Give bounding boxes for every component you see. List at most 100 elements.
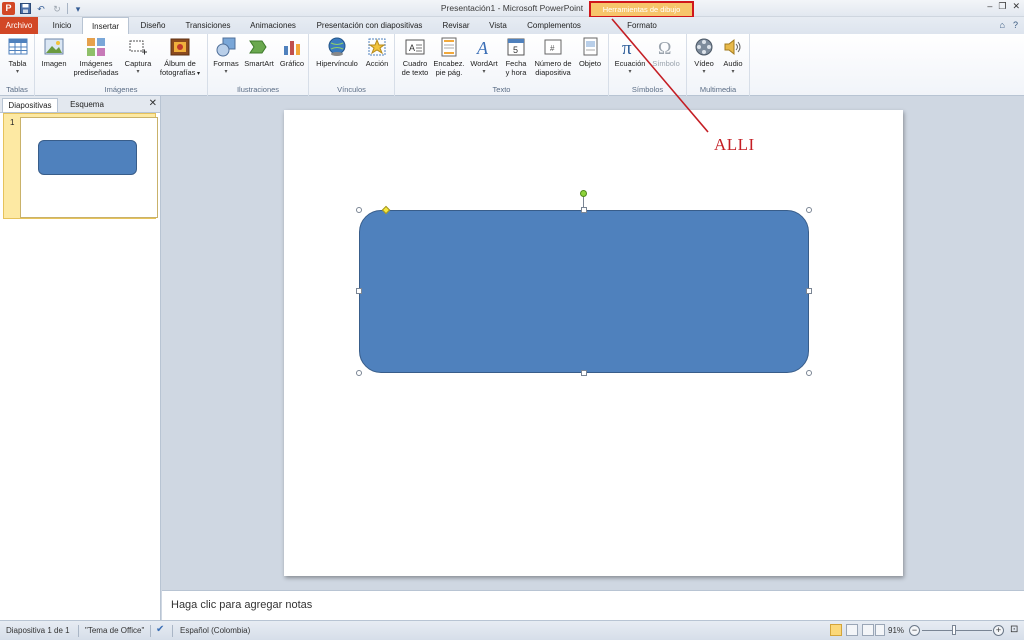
smartart-button[interactable]: SmartArt <box>240 37 278 68</box>
zoom-level[interactable]: 91% <box>888 626 904 635</box>
tab-diapositivas[interactable]: Diapositivas <box>2 98 58 112</box>
slideshow-view-icon[interactable] <box>875 624 885 636</box>
slide-canvas[interactable] <box>284 110 903 576</box>
status-divider <box>78 625 79 637</box>
tab-presentacion[interactable]: Presentación con diapositivas <box>307 17 432 34</box>
object-icon <box>583 37 598 56</box>
fit-to-window-icon[interactable]: ⊡ <box>1010 624 1018 635</box>
speaker-icon <box>724 38 741 56</box>
resize-handle-bottom-right[interactable] <box>806 370 812 376</box>
grafico-button[interactable]: Gráfico <box>277 37 307 68</box>
drawing-tools-contextual-tab[interactable]: Herramientas de dibujo <box>589 1 694 18</box>
slide-sorter-view-icon[interactable] <box>846 624 858 636</box>
zoom-slider-track[interactable] <box>922 630 992 631</box>
formas-button[interactable]: Formas ▾ <box>211 37 241 77</box>
tab-row-controls: ⌂ ? <box>1000 20 1018 30</box>
cuadro-de-texto-button[interactable]: A Cuadro de texto <box>398 37 432 77</box>
group-label-vinculos: Vínculos <box>337 85 366 94</box>
minimize-icon[interactable]: – <box>987 1 992 12</box>
thumbnail-rounded-rectangle <box>38 140 137 175</box>
rotation-handle[interactable] <box>580 190 587 197</box>
annotation-label: ALLI <box>714 135 755 154</box>
shapes-icon <box>216 37 236 57</box>
slide-thumbnail-1[interactable]: 1 <box>3 113 158 219</box>
selected-shape[interactable] <box>356 190 812 376</box>
theme-name: "Tema de Office" <box>85 626 145 635</box>
imagenes-prediseñadas-button[interactable]: Imágenes prediseñadas <box>70 37 122 77</box>
pi-icon: π <box>622 38 632 57</box>
tab-vista[interactable]: Vista <box>481 17 515 34</box>
svg-text:5: 5 <box>513 45 518 55</box>
help-icon[interactable]: ? <box>1013 20 1018 30</box>
tab-revisar[interactable]: Revisar <box>436 17 476 34</box>
captura-button[interactable]: Captura ▾ <box>121 37 155 77</box>
minimize-ribbon-icon[interactable]: ⌂ <box>1000 20 1005 30</box>
hipervinculo-button[interactable]: Hipervínculo <box>312 37 362 68</box>
tabla-button[interactable]: Tabla ▾ <box>4 37 31 77</box>
ecuacion-button[interactable]: π Ecuación ▾ <box>612 37 648 77</box>
slide-thumbnails: 1 <box>0 112 160 620</box>
svg-text:#: # <box>550 44 555 53</box>
tab-inicio[interactable]: Inicio <box>44 17 80 34</box>
encabezado-pie-button[interactable]: Encabez. pie pág. <box>432 37 466 77</box>
reading-view-icon[interactable] <box>862 624 874 636</box>
group-texto: A Cuadro de texto Encabez. pie pág. A Word… <box>395 34 609 96</box>
audio-button[interactable]: Audio ▾ <box>719 37 747 77</box>
tab-complementos[interactable]: Complementos <box>520 17 588 34</box>
close-panel-icon[interactable]: ✕ <box>149 98 157 109</box>
resize-handle-left[interactable] <box>356 288 362 294</box>
objeto-button[interactable]: Objeto <box>575 37 605 68</box>
resize-handle-bottom-left[interactable] <box>356 370 362 376</box>
title-bar: P ↶ ↻ ▾ Presentación1 - Microsoft PowerP… <box>0 0 1024 18</box>
status-bar: Diapositiva 1 de 1 "Tema de Office" ✔ Es… <box>0 620 1024 640</box>
clipart-icon <box>87 38 105 56</box>
resize-handle-top-right[interactable] <box>806 207 812 213</box>
tab-archivo[interactable]: Archivo <box>0 17 38 34</box>
resize-handle-bottom[interactable] <box>581 370 587 376</box>
numero-diapositiva-button[interactable]: # Número de diapositiva <box>531 37 575 77</box>
photo-album-icon <box>170 38 190 56</box>
action-star-icon <box>368 38 386 56</box>
status-divider <box>150 625 151 637</box>
resize-handle-top[interactable] <box>581 207 587 213</box>
album-button[interactable]: Álbum de fotografías ▾ <box>155 37 205 79</box>
normal-view-icon[interactable] <box>830 624 842 636</box>
language-indicator[interactable]: Español (Colombia) <box>180 626 250 635</box>
zoom-in-icon[interactable]: + <box>993 625 1004 636</box>
globe-link-icon <box>328 37 346 56</box>
resize-handle-right[interactable] <box>806 288 812 294</box>
textbox-icon: A <box>405 39 425 55</box>
group-multimedia: Vídeo ▾ Audio ▾ Multimedia <box>687 34 750 96</box>
resize-handle-top-left[interactable] <box>356 207 362 213</box>
chart-icon <box>284 41 300 55</box>
group-imagenes: Imagen Imágenes prediseñadas Captura ▾ Álb… <box>35 34 208 96</box>
zoom-out-icon[interactable]: − <box>909 625 920 636</box>
video-button[interactable]: Vídeo ▾ <box>689 37 719 77</box>
fecha-hora-button[interactable]: 5 Fecha y hora <box>501 37 531 77</box>
restore-icon[interactable]: ❐ <box>998 1 1006 12</box>
tab-esquema[interactable]: Esquema <box>62 98 112 112</box>
tab-transiciones[interactable]: Transiciones <box>177 17 239 34</box>
accion-button[interactable]: Acción <box>361 37 393 68</box>
smartart-icon <box>249 40 267 54</box>
close-icon[interactable]: ✕ <box>1012 1 1020 12</box>
simbolo-button[interactable]: Ω Símbolo <box>648 37 684 68</box>
group-simbolos: π Ecuación ▾ Ω Símbolo Símbolos <box>609 34 687 96</box>
group-vinculos: Hipervínculo Acción Vínculos <box>309 34 395 96</box>
notes-placeholder[interactable]: Haga clic para agregar notas <box>171 599 312 611</box>
tab-animaciones[interactable]: Animaciones <box>242 17 304 34</box>
slide-thumbnail-preview <box>20 117 158 218</box>
group-label-imagenes: Imágenes <box>104 85 138 94</box>
svg-text:Ω: Ω <box>658 38 671 57</box>
svg-text:A: A <box>476 38 489 57</box>
spellcheck-icon[interactable]: ✔ <box>156 624 164 635</box>
notes-pane[interactable]: Haga clic para agregar notas <box>162 590 1024 620</box>
rounded-rectangle-shape[interactable] <box>359 210 809 373</box>
group-label-tablas: Tablas <box>6 85 28 94</box>
tab-formato[interactable]: Formato <box>614 17 670 34</box>
wordart-button[interactable]: A WordArt ▾ <box>467 37 501 77</box>
zoom-slider-thumb[interactable] <box>952 625 956 635</box>
tab-insertar[interactable]: Insertar <box>82 17 129 34</box>
tab-diseno[interactable]: Diseño <box>132 17 174 34</box>
imagen-button[interactable]: Imagen <box>39 37 69 68</box>
